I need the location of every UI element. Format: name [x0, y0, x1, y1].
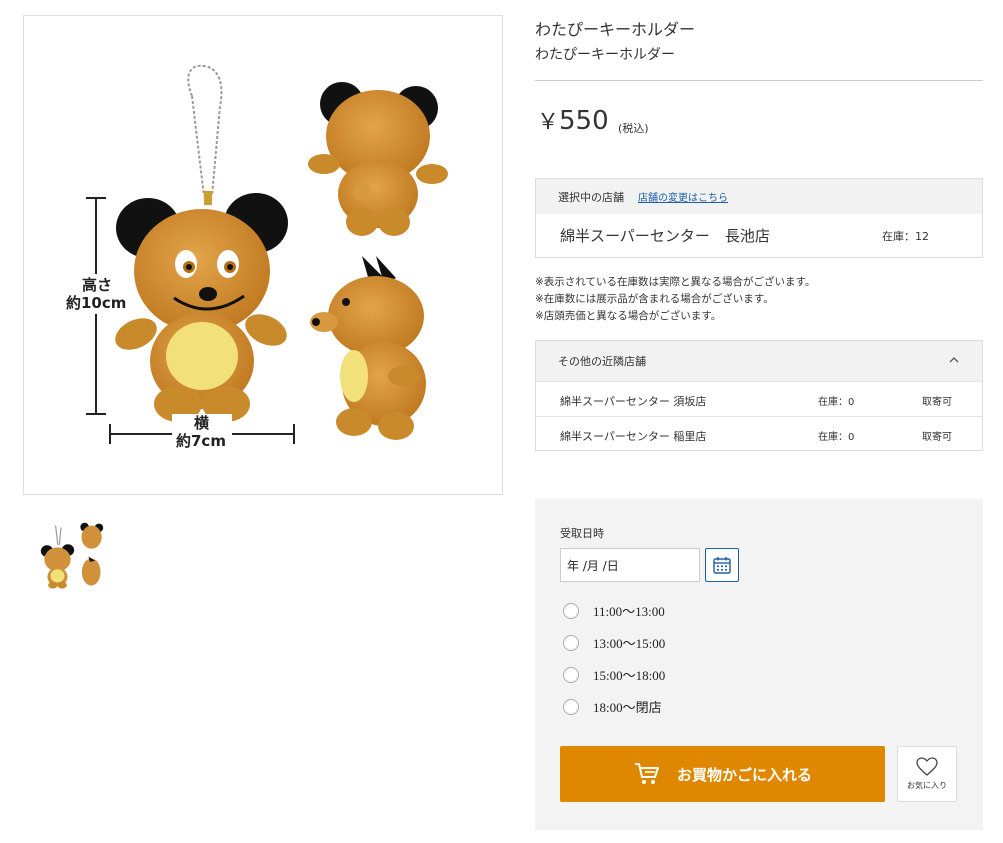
width-label-1: 横: [194, 414, 210, 432]
width-label-2: 約7cm: [176, 432, 226, 450]
selected-store-header: 選択中の店舗 店舗の変更はこちら: [536, 179, 982, 214]
price-value: 550: [559, 106, 609, 136]
note-2: ※在庫数には展示品が含まれる場合がございます。: [535, 293, 774, 305]
nearby-store-row: 綿半スーパーセンター 須坂店 在庫：0 取寄可: [536, 381, 982, 416]
nearby-store-order-status: 取寄可: [922, 397, 952, 408]
product-main-image[interactable]: 高さ 約10cm 横 約7cm: [23, 15, 503, 495]
calendar-icon: [713, 557, 731, 574]
nearby-stores-header[interactable]: その他の近隣店舗: [536, 341, 982, 381]
nearby-stores: その他の近隣店舗 綿半スーパーセンター 須坂店 在庫：0 取寄可 綿半スーパーセ…: [535, 340, 983, 451]
selected-store-row: 綿半スーパーセンター 長池店 在庫：12: [536, 214, 982, 257]
time-slot-label: 13:00〜15:00: [593, 636, 666, 651]
stock-notes: ※表示されている在庫数は実際と異なる場合がございます。 ※在庫数には展示品が含ま…: [535, 274, 815, 325]
time-slot-label: 18:00〜閉店: [593, 700, 662, 715]
add-to-cart-label: お買物かごに入れる: [676, 765, 812, 784]
selected-store-box: 選択中の店舗 店舗の変更はこちら 綿半スーパーセンター 長池店 在庫：12: [535, 178, 983, 258]
favorite-label: お気に入り: [907, 781, 947, 790]
time-slot-label: 15:00〜18:00: [593, 668, 666, 683]
nearby-store-name: 綿半スーパーセンター 須坂店: [560, 395, 707, 408]
selected-store-stock: 在庫：12: [882, 230, 929, 243]
order-panel: 受取日時 年 /月 /日 11:00〜13:00 13:00〜15:00 15:…: [535, 499, 983, 830]
plush-keychain-illustration: 高さ 約10cm 横 約7cm: [64, 64, 448, 450]
selected-store-label: 選択中の店舗: [558, 190, 624, 204]
radio-button[interactable]: [563, 698, 579, 715]
change-store-link[interactable]: 店舗の変更はこちら: [638, 189, 728, 204]
time-slot-option[interactable]: 11:00〜13:00: [563, 601, 665, 620]
favorite-button[interactable]: お気に入り: [897, 746, 957, 802]
time-slot-option[interactable]: 13:00〜15:00: [563, 633, 665, 652]
product-subtitle: わたぴーキーホルダー: [535, 47, 675, 63]
radio-button[interactable]: [563, 634, 579, 651]
price: ￥550: [537, 104, 609, 136]
note-1: ※表示されている在庫数は実際と異なる場合がございます。: [535, 276, 816, 288]
height-label-1: 高さ: [82, 276, 112, 294]
radio-button[interactable]: [563, 602, 579, 619]
nearby-store-stock: 在庫：0: [818, 432, 855, 443]
nearby-store-stock: 在庫：0: [818, 397, 855, 408]
chevron-up-icon[interactable]: [948, 354, 960, 369]
nearby-stores-title: その他の近隣店舗: [558, 355, 646, 368]
nearby-store-name: 綿半スーパーセンター 稲里店: [560, 430, 707, 443]
pickup-date-input[interactable]: 年 /月 /日: [560, 548, 700, 582]
nearby-store-order-status: 取寄可: [922, 432, 952, 443]
radio-button[interactable]: [563, 666, 579, 683]
nearby-store-row: 綿半スーパーセンター 稲里店 在庫：0 取寄可: [536, 416, 982, 451]
product-thumbnail[interactable]: [23, 509, 116, 604]
time-slot-label: 11:00〜13:00: [593, 604, 665, 619]
heart-icon: [916, 757, 938, 776]
product-title: わたぴーキーホルダー: [535, 20, 696, 39]
cart-icon: [634, 763, 659, 784]
pickup-datetime-label: 受取日時: [560, 527, 604, 540]
time-slot-option[interactable]: 18:00〜閉店: [563, 697, 662, 716]
selected-store-name: 綿半スーパーセンター 長池店: [560, 227, 770, 245]
calendar-button[interactable]: [705, 548, 739, 582]
time-slot-option[interactable]: 15:00〜18:00: [563, 665, 665, 684]
divider: [535, 80, 983, 81]
currency-symbol: ￥: [537, 110, 560, 135]
height-label-2: 約10cm: [66, 294, 126, 312]
add-to-cart-button[interactable]: お買物かごに入れる: [560, 746, 885, 802]
note-3: ※店頭売価と異なる場合がございます。: [535, 310, 722, 322]
plush-keychain-thumbnail-illustration: [40, 522, 104, 589]
tax-label: (税込): [618, 122, 649, 135]
